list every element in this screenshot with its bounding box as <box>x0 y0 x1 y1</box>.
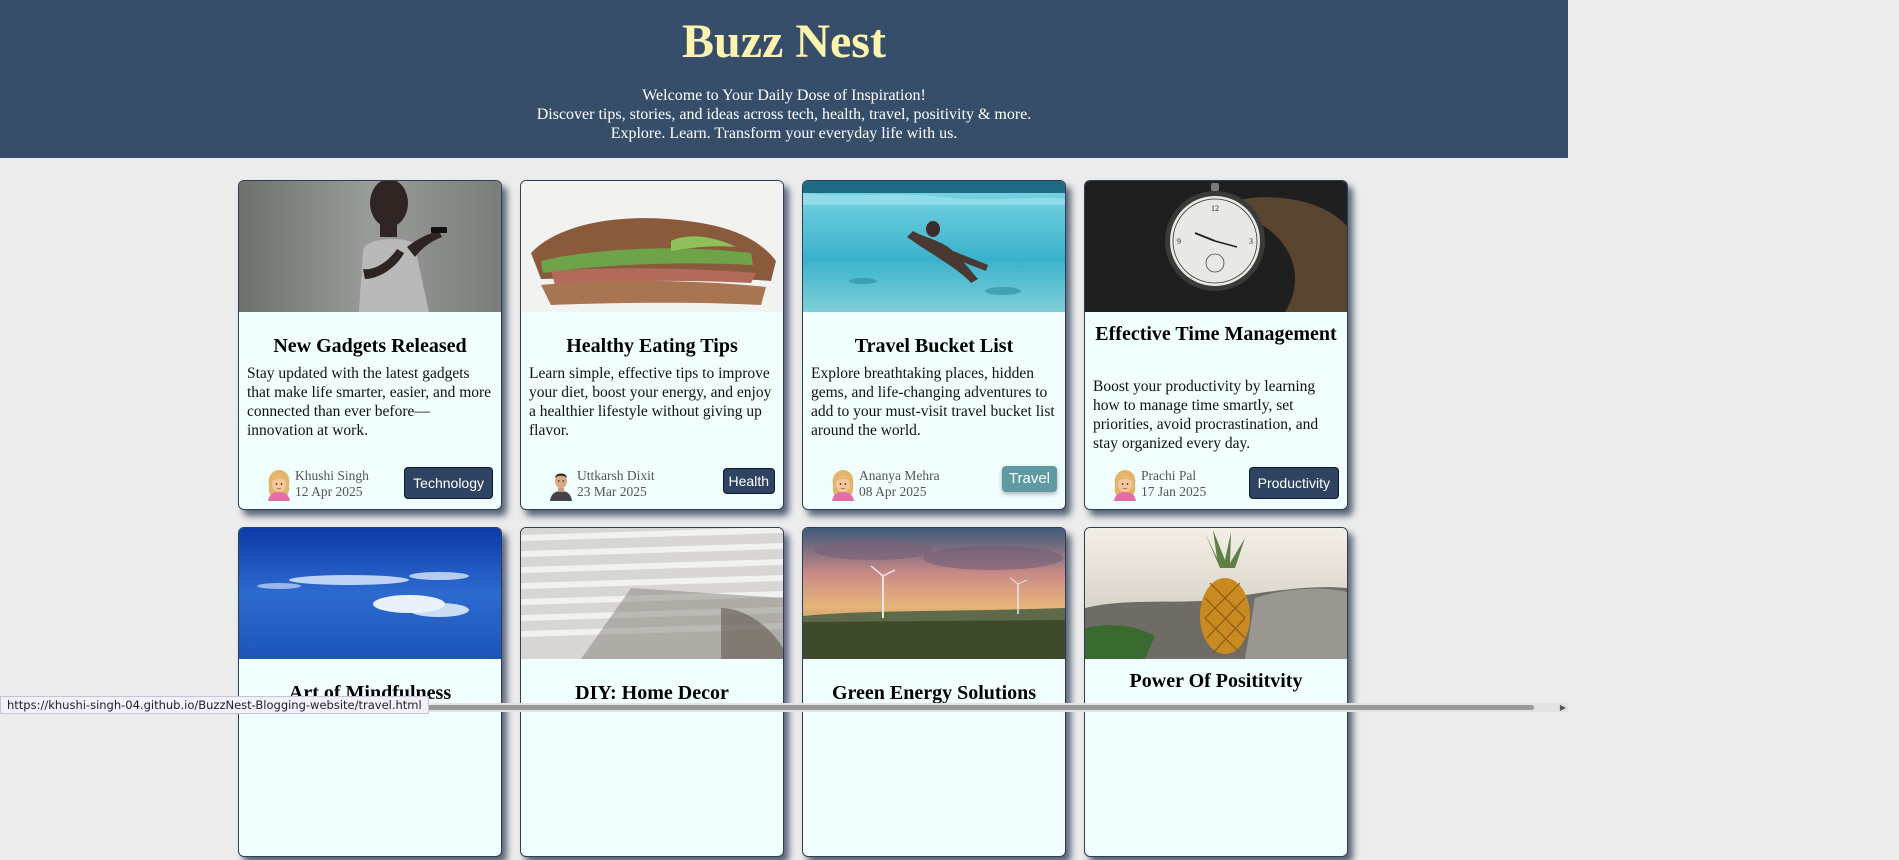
blog-card[interactable]: Healthy Eating Tips Learn simple, effect… <box>520 180 784 510</box>
card-title[interactable]: Power Of Posititvity <box>1091 669 1341 694</box>
svg-text:3: 3 <box>1249 237 1253 246</box>
scroll-right-icon[interactable]: ▶ <box>1560 703 1566 712</box>
post-date: 23 Mar 2025 <box>577 484 647 499</box>
card-image[interactable] <box>803 528 1065 659</box>
post-date: 17 Jan 2025 <box>1141 484 1207 499</box>
category-tag[interactable]: Productivity <box>1248 467 1339 499</box>
author-name: Uttkarsh Dixit <box>577 468 655 483</box>
card-image[interactable] <box>239 181 501 312</box>
card-title[interactable]: Effective Time Management <box>1091 322 1341 347</box>
author-name: Prachi Pal <box>1141 468 1197 483</box>
category-tag[interactable]: Health <box>722 468 775 494</box>
status-bar-url: https://khushi-singh-04.github.io/BuzzNe… <box>0 696 429 714</box>
post-date: 08 Apr 2025 <box>859 484 927 499</box>
card-footer: Prachi Pal 17 Jan 2025 Productivity <box>1085 467 1347 503</box>
card-description: Learn simple, effective tips to improve … <box>529 365 772 439</box>
svg-text:12: 12 <box>1211 204 1219 213</box>
card-image[interactable] <box>521 181 783 312</box>
tagline-line: Welcome to Your Daily Dose of Inspiratio… <box>642 87 926 104</box>
author-avatar <box>829 469 857 501</box>
card-footer: Ananya Mehra 08 Apr 2025 Travel <box>803 466 1065 503</box>
blog-card[interactable]: 12 3 9 Effective Time Management Boost y… <box>1084 180 1348 510</box>
blog-card[interactable]: New Gadgets Released Stay updated with t… <box>238 180 502 510</box>
site-header: Buzz Nest Welcome to Your Daily Dose of … <box>0 0 1568 158</box>
tagline-line: Explore. Learn. Transform your everyday … <box>610 125 958 142</box>
card-image[interactable] <box>239 528 501 659</box>
author-name: Khushi Singh <box>295 468 369 483</box>
card-description: Explore breathtaking places, hidden gems… <box>811 365 1055 439</box>
category-tag[interactable]: Technology <box>404 467 493 499</box>
blog-card[interactable]: Green Energy Solutions <box>802 527 1066 857</box>
card-image[interactable]: 12 3 9 <box>1085 181 1347 312</box>
tagline-line: Discover tips, stories, and ideas across… <box>536 106 1032 123</box>
card-title[interactable]: Healthy Eating Tips <box>527 334 777 359</box>
card-description: Stay updated with the latest gadgets tha… <box>247 365 492 439</box>
post-date: 12 Apr 2025 <box>295 484 363 499</box>
author-avatar <box>265 469 293 501</box>
author-avatar <box>1111 469 1139 501</box>
card-image[interactable] <box>1085 528 1347 659</box>
author-name: Ananya Mehra <box>859 468 940 483</box>
card-description: Boost your productivity by learning how … <box>1093 378 1319 452</box>
blog-card[interactable]: DIY: Home Decor <box>520 527 784 857</box>
tagline: Welcome to Your Daily Dose of Inspiratio… <box>0 86 1568 143</box>
site-title: Buzz Nest <box>682 15 886 68</box>
card-footer: Khushi Singh 12 Apr 2025 Technology <box>239 467 501 503</box>
blog-card[interactable]: Art of Mindfulness <box>238 527 502 857</box>
svg-text:9: 9 <box>1177 237 1181 246</box>
card-footer: Uttkarsh Dixit 23 Mar 2025 Health <box>521 467 783 503</box>
card-image[interactable] <box>521 528 783 659</box>
card-image[interactable] <box>803 181 1065 312</box>
card-title[interactable]: New Gadgets Released <box>245 334 495 359</box>
card-title[interactable]: Travel Bucket List <box>809 334 1059 359</box>
blog-card[interactable]: Travel Bucket List Explore breathtaking … <box>802 180 1066 510</box>
category-tag[interactable]: Travel <box>1001 466 1057 492</box>
author-avatar <box>547 469 575 501</box>
blog-card[interactable]: Power Of Posititvity <box>1084 527 1348 857</box>
